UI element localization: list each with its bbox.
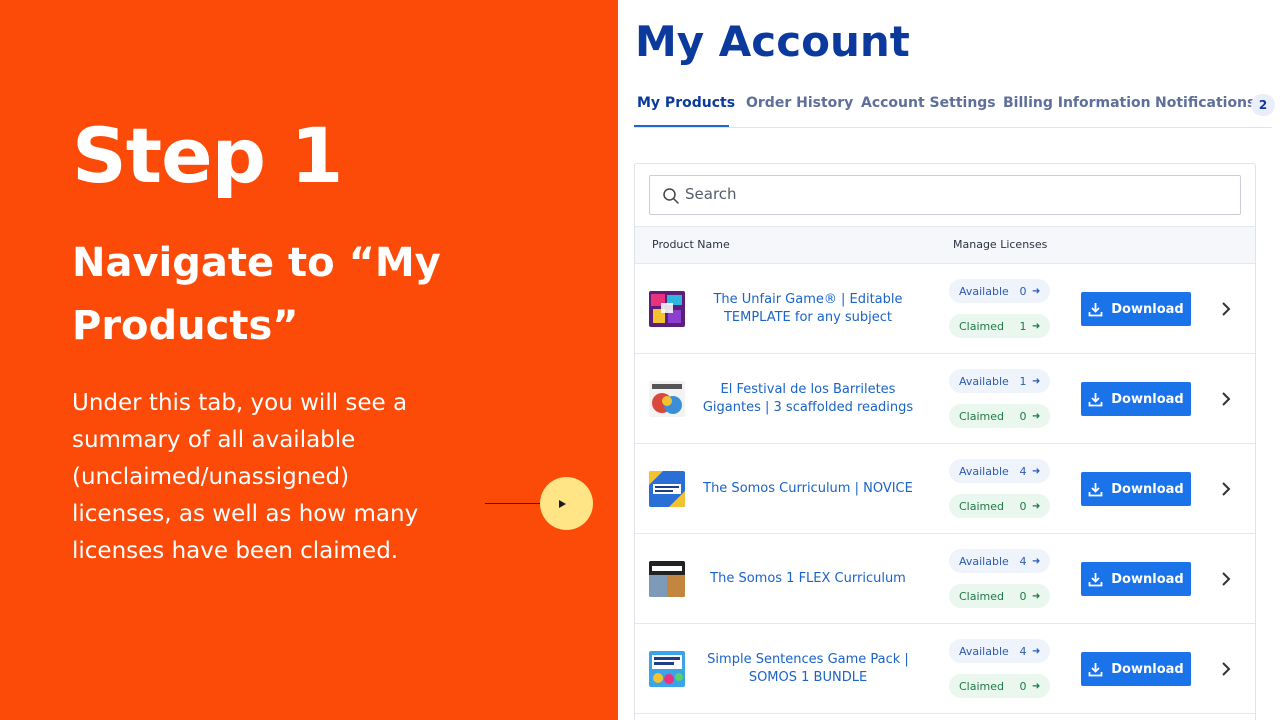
claimed-licenses-pill[interactable]: Claimed 0 ➜: [949, 584, 1051, 608]
tab-account-settings[interactable]: Account Settings: [861, 95, 996, 111]
available-label: Available: [959, 284, 1009, 298]
claimed-label: Claimed: [959, 679, 1004, 693]
available-count: 0: [1019, 284, 1027, 298]
download-icon: [1088, 392, 1103, 406]
arrow-right-icon: ➜: [1032, 465, 1041, 477]
product-name-link[interactable]: The Unfair Game® | Editable TEMPLATE for…: [693, 264, 923, 354]
available-count: 1: [1019, 374, 1027, 388]
table-row: The Somos Curriculum | NOVICE Available 4…: [635, 444, 1255, 534]
account-tabs: My Products Order History Account Settin…: [634, 88, 1272, 128]
product-name-link[interactable]: The Somos Curriculum | NOVICE: [693, 444, 923, 534]
claimed-licenses-pill[interactable]: Claimed 0 ➜: [949, 404, 1051, 428]
tab-order-history[interactable]: Order History: [746, 95, 853, 111]
product-name-link[interactable]: The Somos 1 FLEX Curriculum: [693, 534, 923, 624]
claimed-label: Claimed: [959, 319, 1004, 333]
claimed-licenses-pill[interactable]: Claimed 1 ➜: [949, 314, 1051, 338]
chevron-right-icon[interactable]: [1215, 298, 1237, 320]
highlight-circle: [540, 477, 593, 530]
page-title: My Account: [635, 17, 910, 66]
claimed-count: 0: [1019, 499, 1027, 513]
chevron-right-icon[interactable]: [1215, 478, 1237, 500]
download-label: Download: [1111, 571, 1184, 587]
download-icon: [1088, 662, 1103, 676]
available-licenses-pill[interactable]: Available 1 ➜: [949, 369, 1051, 393]
arrow-right-icon: ➜: [1032, 410, 1041, 422]
chevron-right-icon[interactable]: [1215, 568, 1237, 590]
download-label: Download: [1111, 391, 1184, 407]
available-licenses-pill[interactable]: Available 4 ➜: [949, 459, 1051, 483]
column-product-name: Product Name: [652, 238, 730, 251]
arrow-right-icon: ➜: [1032, 680, 1041, 692]
available-label: Available: [959, 554, 1009, 568]
product-thumbnail: [649, 381, 685, 417]
available-licenses-pill[interactable]: Available 4 ➜: [949, 639, 1051, 663]
instruction-description: Under this tab, you will see a summary o…: [72, 390, 419, 564]
available-label: Available: [959, 464, 1009, 478]
available-label: Available: [959, 374, 1009, 388]
arrow-right-icon: ➜: [1032, 500, 1041, 512]
product-name-link[interactable]: El Festival de los Barriletes Gigantes |…: [693, 354, 923, 444]
table-row: The Unfair Game® | Editable TEMPLATE for…: [635, 264, 1255, 354]
arrow-right-icon: ➜: [1032, 320, 1041, 332]
available-count: 4: [1019, 464, 1027, 478]
available-licenses-pill[interactable]: Available 4 ➜: [949, 549, 1051, 573]
tab-my-products[interactable]: My Products: [637, 95, 735, 111]
download-button[interactable]: Download: [1081, 472, 1191, 506]
table-row: El Festival de los Barriletes Gigantes |…: [635, 354, 1255, 444]
download-label: Download: [1111, 301, 1184, 317]
table-row: The Somos 1 FLEX Curriculum Available 4 ➜ …: [635, 534, 1255, 624]
column-manage-licenses: Manage Licenses: [953, 238, 1048, 251]
search-icon: [663, 188, 679, 204]
product-thumbnail: [649, 561, 685, 597]
arrow-right-icon: ➜: [1032, 375, 1041, 387]
claimed-label: Claimed: [959, 589, 1004, 603]
download-button[interactable]: Download: [1081, 292, 1191, 326]
download-button[interactable]: Download: [1081, 652, 1191, 686]
notifications-count-badge: 2: [1251, 94, 1275, 116]
tab-billing-information[interactable]: Billing Information: [1003, 95, 1151, 111]
arrow-right-icon: ➜: [1032, 555, 1041, 567]
claimed-licenses-pill[interactable]: Claimed 0 ➜: [949, 494, 1051, 518]
table-header: Product Name Manage Licenses: [635, 226, 1255, 264]
available-label: Available: [959, 644, 1009, 658]
active-tab-indicator: [634, 125, 729, 127]
claimed-label: Claimed: [959, 499, 1004, 513]
arrow-right-icon: ➜: [1032, 645, 1041, 657]
download-label: Download: [1111, 661, 1184, 677]
available-licenses-pill[interactable]: Available 0 ➜: [949, 279, 1051, 303]
claimed-count: 0: [1019, 679, 1027, 693]
product-name-link[interactable]: Simple Sentences Game Pack | SOMOS 1 BUN…: [693, 624, 923, 714]
claimed-licenses-pill[interactable]: Claimed 0 ➜: [949, 674, 1051, 698]
download-icon: [1088, 482, 1103, 496]
claimed-count: 1: [1019, 319, 1027, 333]
claimed-count: 0: [1019, 589, 1027, 603]
instruction-heading: Navigate to “My Products”: [72, 240, 441, 349]
available-count: 4: [1019, 644, 1027, 658]
product-thumbnail: [649, 651, 685, 687]
search-placeholder: Search: [685, 185, 737, 203]
search-input[interactable]: Search: [649, 175, 1241, 215]
table-row: Simple Sentences Game Pack | SOMOS 1 BUN…: [635, 624, 1255, 714]
claimed-count: 0: [1019, 409, 1027, 423]
download-icon: [1088, 572, 1103, 586]
download-icon: [1088, 302, 1103, 316]
step-title: Step 1: [72, 111, 343, 200]
download-button[interactable]: Download: [1081, 562, 1191, 596]
tab-notifications[interactable]: Notifications: [1155, 95, 1255, 111]
instruction-panel: Step 1 Navigate to “My Products” Under t…: [0, 0, 618, 720]
chevron-right-icon[interactable]: [1215, 658, 1237, 680]
chevron-right-icon[interactable]: [1215, 388, 1237, 410]
arrow-right-icon: ➜: [1032, 590, 1041, 602]
account-page: My Account My Products Order History Acc…: [618, 0, 1280, 720]
products-table: Search Product Name Manage Licenses The …: [634, 163, 1256, 720]
arrow-right-icon: ➜: [1032, 285, 1041, 297]
download-button[interactable]: Download: [1081, 382, 1191, 416]
download-label: Download: [1111, 481, 1184, 497]
available-count: 4: [1019, 554, 1027, 568]
product-thumbnail: [649, 471, 685, 507]
pointer-arrow-head: [559, 500, 566, 508]
claimed-label: Claimed: [959, 409, 1004, 423]
product-thumbnail: [649, 291, 685, 327]
